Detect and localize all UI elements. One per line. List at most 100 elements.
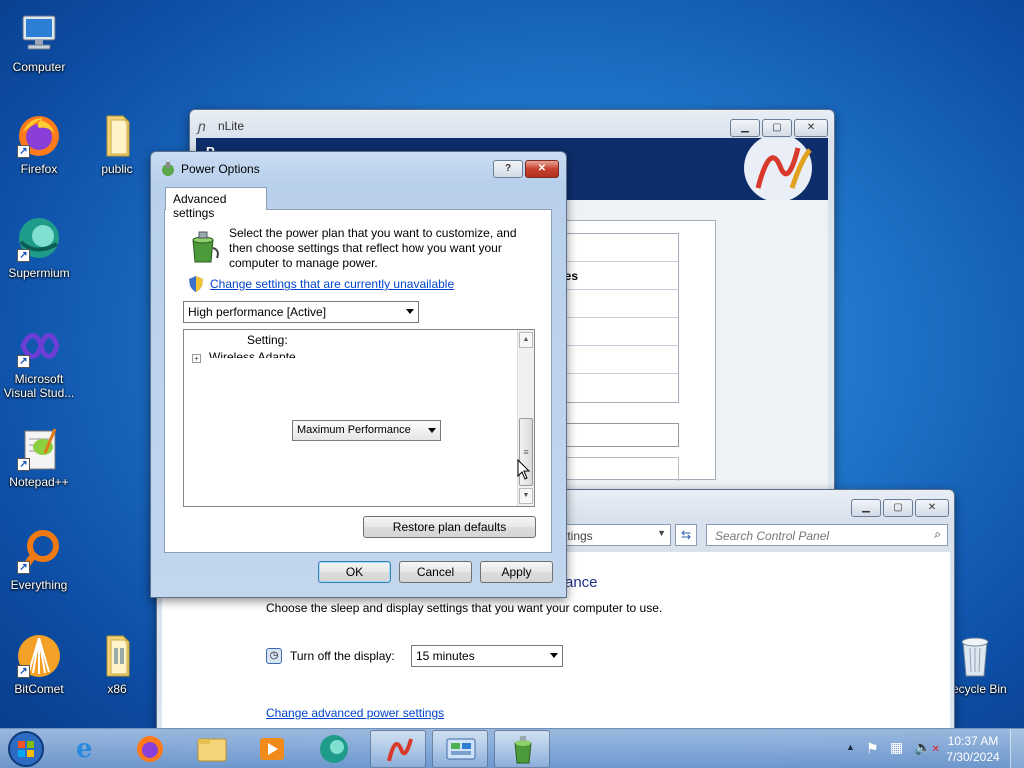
folder-icon: [197, 738, 227, 762]
taskbar-internet-explorer[interactable]: e: [62, 730, 118, 768]
refresh-button[interactable]: ⇆: [675, 524, 697, 546]
setting-value-select[interactable]: Maximum Performance: [292, 420, 441, 441]
tree-expand-icon[interactable]: +: [192, 354, 201, 363]
desktop-icon-visual-studio[interactable]: ↗ Microsoft Visual Stud...: [1, 322, 77, 400]
chevron-down-icon: [428, 428, 436, 433]
everything-icon: ↗: [15, 528, 63, 576]
desktop-icon-computer[interactable]: Computer: [1, 10, 77, 74]
media-player-icon: [260, 738, 284, 760]
intro-text: Select the power plan that you want to c…: [229, 226, 517, 270]
close-button[interactable]: ✕: [525, 160, 559, 178]
close-button[interactable]: ✕: [794, 119, 828, 137]
page-heading: ance: [565, 574, 598, 591]
scroll-down-button[interactable]: ▼: [519, 488, 533, 504]
ok-button[interactable]: OK: [318, 561, 391, 583]
supermium-icon: [320, 735, 348, 763]
desktop-icon-everything[interactable]: ↗ Everything: [1, 528, 77, 592]
desktop-icon-label: Microsoft Visual Stud...: [3, 372, 75, 400]
restore-defaults-button[interactable]: Restore plan defaults: [363, 516, 536, 538]
desktop-icon-firefox[interactable]: ↗ Firefox: [1, 112, 77, 176]
show-desktop-button[interactable]: [1010, 729, 1024, 768]
close-button[interactable]: ✕: [915, 499, 949, 517]
display-label: Turn off the display:: [290, 649, 395, 663]
internet-explorer-icon: e: [76, 734, 93, 764]
power-plan-select[interactable]: High performance [Active]: [183, 301, 419, 323]
computer-icon: [15, 10, 63, 58]
taskbar-explorer[interactable]: [184, 730, 240, 768]
taskbar-power-options[interactable]: [494, 730, 550, 768]
nlite-banner-logo-icon: [736, 134, 828, 202]
settings-tree[interactable]: Setting: + Wireless Adapte Maximum Perfo…: [183, 329, 535, 507]
chevron-down-icon: [550, 653, 558, 658]
maximize-button[interactable]: ▢: [762, 119, 792, 137]
nlite-icon: [387, 738, 413, 762]
display-icon: ◷: [266, 648, 282, 664]
desktop-icon-supermium[interactable]: ↗ Supermium: [1, 216, 77, 280]
desktop-icon-public[interactable]: public: [79, 112, 155, 176]
volume-muted-icon[interactable]: 🔈✕: [914, 739, 940, 756]
firefox-icon: [137, 736, 163, 762]
shortcut-arrow-icon: ↗: [17, 355, 30, 368]
desktop-icon-x86[interactable]: x86: [79, 632, 155, 696]
taskbar-media-player[interactable]: [244, 730, 300, 768]
display-timeout-value: 15 minutes: [416, 649, 475, 663]
maximize-button[interactable]: ▢: [883, 499, 913, 517]
chevron-down-icon[interactable]: ▼: [657, 528, 666, 538]
shortcut-arrow-icon: ↗: [17, 561, 30, 574]
network-icon[interactable]: ▦: [890, 739, 903, 756]
desktop-icon-label: public: [101, 162, 133, 176]
desktop-icon-notepadpp[interactable]: ↗ Notepad++: [1, 425, 77, 489]
change-unavailable-settings-link[interactable]: Change settings that are currently unava…: [210, 277, 454, 291]
display-timeout-select[interactable]: 15 minutes: [411, 645, 563, 667]
taskbar-supermium[interactable]: [306, 730, 362, 768]
desktop-icon-label: Computer: [12, 60, 66, 74]
tab-panel: Select the power plan that you want to c…: [164, 209, 552, 553]
advanced-power-settings-link[interactable]: Change advanced power settings: [266, 706, 444, 720]
action-center-flag-icon[interactable]: ⚑: [866, 740, 879, 757]
search-icon[interactable]: ⌕: [934, 527, 941, 542]
minimize-button[interactable]: ▁: [730, 119, 760, 137]
bitcomet-icon: ↗: [15, 632, 63, 680]
power-plan-icon: [187, 230, 221, 267]
power-plan-icon: [514, 736, 532, 764]
desktop-icon-label: Supermium: [8, 266, 70, 280]
desktop-icon-label: BitComet: [14, 682, 64, 696]
supermium-icon: ↗: [15, 216, 63, 264]
desktop-icon-label: Firefox: [20, 162, 58, 176]
folder-icon: [93, 632, 141, 680]
power-options-dialog[interactable]: Power Options ? ✕ Advanced settings Sele…: [150, 151, 567, 598]
address-bar[interactable]: ttings ▼: [557, 524, 671, 546]
refresh-icon: ⇆: [680, 528, 692, 542]
visual-studio-icon: ↗: [15, 322, 63, 370]
apply-button[interactable]: Apply: [480, 561, 553, 583]
shortcut-arrow-icon: ↗: [17, 145, 30, 158]
close-icon: ✕: [537, 163, 547, 174]
cancel-button[interactable]: Cancel: [399, 561, 472, 583]
tree-item-wireless[interactable]: Wireless Adapte: [209, 350, 296, 358]
tab-advanced-settings[interactable]: Advanced settings: [165, 187, 267, 220]
recycle-bin-icon: [951, 632, 999, 680]
setting-label: Setting:: [247, 333, 288, 347]
help-button[interactable]: ?: [493, 160, 523, 178]
taskbar-nlite[interactable]: [370, 730, 426, 768]
tray-expand-button[interactable]: ▲: [846, 742, 855, 752]
desktop-icon-bitcomet[interactable]: ↗ BitComet: [1, 632, 77, 696]
power-plan-value: High performance [Active]: [188, 305, 327, 319]
firefox-icon: ↗: [15, 112, 63, 160]
clock-date[interactable]: 7/30/2024: [944, 750, 1002, 764]
shortcut-arrow-icon: ↗: [17, 665, 30, 678]
taskbar-control-panel[interactable]: [432, 730, 488, 768]
window-title: nLite: [218, 119, 245, 133]
start-button[interactable]: [6, 730, 46, 768]
shortcut-arrow-icon: ↗: [17, 249, 30, 262]
control-panel-icon: [446, 738, 476, 760]
taskbar-firefox[interactable]: [122, 730, 178, 768]
clock-time[interactable]: 10:37 AM: [944, 734, 1002, 748]
desktop-icon-label: x86: [107, 682, 127, 696]
search-input[interactable]: Search Control Panel ⌕: [706, 524, 948, 546]
search-placeholder: Search Control Panel: [715, 529, 830, 543]
taskbar: e ▲ ⚑ ▦ 🔈✕ 10:37 AM 7/30/2024: [0, 728, 1024, 768]
scroll-up-button[interactable]: ▲: [519, 332, 533, 348]
shortcut-arrow-icon: ↗: [17, 458, 30, 471]
minimize-button[interactable]: ▁: [851, 499, 881, 517]
